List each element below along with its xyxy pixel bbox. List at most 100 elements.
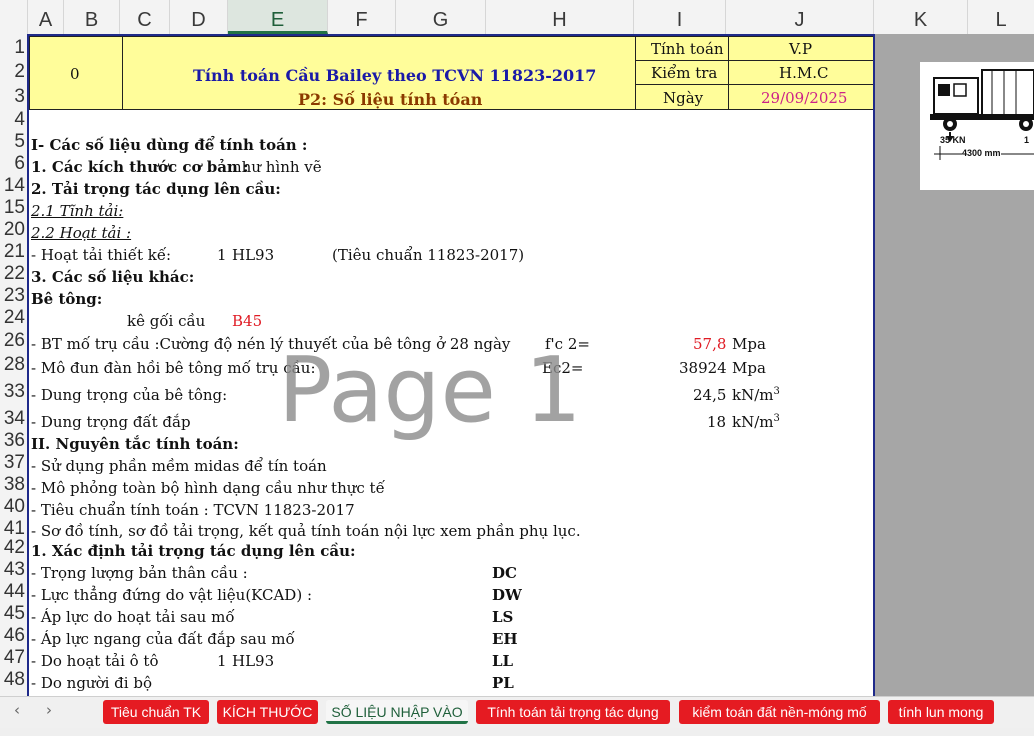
cell-text: - Tiêu chuẩn tính toán : TCVN 11823-2017 [31, 501, 355, 519]
cell-text: (Tiêu chuẩn 11823-2017) [332, 246, 525, 264]
load-code: LL [492, 652, 514, 670]
cell-unit: kN/m3 [732, 386, 780, 404]
subsection-heading: 2.2 Hoạt tải : [31, 224, 132, 242]
cell-text: như hình vẽ [232, 158, 322, 176]
value-cell[interactable]: V.P [728, 36, 873, 61]
column-d[interactable]: D [170, 0, 228, 34]
cell-text: - Sơ đồ tính, sơ đồ tải trọng, kết quả t… [31, 522, 581, 540]
row-number[interactable]: 40 [4, 497, 25, 517]
cell-value: 18 [707, 413, 727, 431]
tab-tinh-toan-tai-trong[interactable]: Tính toán tải trọng tác dụng [476, 700, 670, 724]
truck-load-diagram[interactable]: 35 KN 1 4300 mm [920, 62, 1034, 190]
row-number[interactable]: 21 [4, 242, 25, 262]
page-break-watermark: Page 1 [278, 338, 582, 443]
row-number[interactable]: 14 [4, 176, 25, 196]
column-g[interactable]: G [396, 0, 486, 34]
section-heading: 3. Các số liệu khác: [31, 268, 195, 286]
row-number[interactable]: 45 [4, 604, 25, 624]
row-number[interactable]: 2 [14, 62, 25, 82]
row-number[interactable]: 22 [4, 264, 25, 284]
cell-value: 38924 [679, 359, 727, 377]
row-number[interactable]: 26 [4, 331, 25, 351]
row-number[interactable]: 5 [14, 132, 25, 152]
cell-value: 57,8 [693, 335, 727, 353]
tab-kiem-toan-dat-nen[interactable]: kiểm toán đất nền-móng mố [679, 700, 880, 724]
cell-value: HL93 [232, 652, 275, 670]
sheet-tab-bar: ‹ › Tiêu chuẩn TK KÍCH THƯỚC SỐ LIỆU NHẬ… [0, 696, 1034, 729]
subsection-heading: 2.1 Tĩnh tải: [31, 202, 124, 220]
cell-value: 1 [217, 652, 227, 670]
load-code: DC [492, 564, 517, 582]
label-cell[interactable]: Ngày [635, 84, 729, 110]
label-calculated-by: Tính toán [651, 40, 724, 58]
row-number[interactable]: 33 [4, 382, 25, 402]
row-number[interactable]: 42 [4, 538, 25, 558]
cell-text: - Lực thẳng đứng do vật liệu(KCAD) : [31, 586, 312, 604]
column-l[interactable]: L [968, 0, 1034, 34]
section-heading: 1. Xác định tải trọng tác dụng lên cầu: [31, 542, 356, 560]
cell-text: - Trọng lượng bản thân cầu : [31, 564, 248, 582]
row-number[interactable]: 24 [4, 308, 25, 328]
section-heading: II. Nguyên tắc tính toán: [31, 435, 239, 453]
next-sheet-icon[interactable]: › [46, 701, 52, 719]
row-number[interactable]: 3 [14, 87, 25, 107]
cell-text: - Do hoạt tải ô tô [31, 652, 159, 670]
corner-select-all[interactable] [0, 0, 28, 34]
row-number[interactable]: 43 [4, 560, 25, 580]
cell-text: - Áp lực do hoạt tải sau mố [31, 608, 235, 626]
column-j[interactable]: J [726, 0, 874, 34]
doc-number-cell[interactable]: 0 [29, 36, 123, 110]
row-number[interactable]: 20 [4, 220, 25, 240]
axle-load-label: 1 [1024, 135, 1030, 145]
column-f[interactable]: F [328, 0, 396, 34]
truck-icon [930, 69, 1034, 160]
row-number[interactable]: 23 [4, 286, 25, 306]
tab-so-lieu-nhap-vao[interactable]: SỐ LIỆU NHẬP VÀO [326, 700, 468, 724]
column-k[interactable]: K [874, 0, 968, 34]
row-number[interactable]: 6 [14, 154, 25, 174]
label-date: Ngày [663, 89, 704, 107]
column-b[interactable]: B [64, 0, 120, 34]
tab-kich-thuoc[interactable]: KÍCH THƯỚC [217, 700, 318, 724]
value-cell[interactable]: 29/09/2025 [728, 84, 873, 110]
cell-text: - Dung trọng đất đắp [31, 413, 191, 431]
column-a[interactable]: A [28, 0, 64, 34]
axle-load-label: 35 KN [940, 135, 966, 145]
checked-by-value: H.M.C [779, 64, 829, 82]
label-cell[interactable]: Tính toán [635, 36, 729, 61]
calculated-by-value: V.P [789, 40, 813, 58]
tab-tinh-lun-mong[interactable]: tính lun mong [888, 700, 994, 724]
prev-sheet-icon[interactable]: ‹ [14, 701, 20, 719]
doc-subtitle: P2: Số liệu tính tóan [298, 90, 483, 109]
row-number[interactable]: 34 [4, 409, 25, 429]
status-bar [0, 728, 1034, 736]
row-number[interactable]: 47 [4, 648, 25, 668]
cell-unit: Mpa [732, 335, 766, 353]
row-number[interactable]: 15 [4, 198, 25, 218]
row-number[interactable]: 38 [4, 475, 25, 495]
cell-text: - Do người đi bộ [31, 674, 152, 692]
column-e[interactable]: E [228, 0, 328, 34]
row-number[interactable]: 28 [4, 355, 25, 375]
axle-spacing-label: 4300 mm [962, 148, 1001, 158]
cell-unit: Mpa [732, 359, 766, 377]
row-number[interactable]: 37 [4, 453, 25, 473]
load-code: PL [492, 674, 514, 692]
title-cell[interactable]: Tính toán Cầu Bailey theo TCVN 11823-201… [122, 36, 636, 110]
row-number[interactable]: 46 [4, 626, 25, 646]
section-heading: Bê tông: [31, 290, 103, 308]
row-number[interactable]: 41 [4, 519, 25, 539]
column-i[interactable]: I [634, 0, 726, 34]
column-c[interactable]: C [120, 0, 170, 34]
row-number[interactable]: 44 [4, 582, 25, 602]
label-cell[interactable]: Kiểm tra [635, 60, 729, 85]
column-h[interactable]: H [486, 0, 634, 34]
date-value: 29/09/2025 [761, 89, 848, 107]
tab-tieu-chuan-tk[interactable]: Tiêu chuẩn TK [103, 700, 209, 724]
row-number[interactable]: 4 [14, 110, 25, 130]
row-number[interactable]: 48 [4, 670, 25, 690]
row-number[interactable]: 36 [4, 431, 25, 451]
value-cell[interactable]: H.M.C [728, 60, 873, 85]
row-number[interactable]: 1 [14, 38, 25, 58]
row-header: 1 2 3 4 5 6 14 15 20 21 22 23 24 26 28 3… [0, 34, 28, 696]
